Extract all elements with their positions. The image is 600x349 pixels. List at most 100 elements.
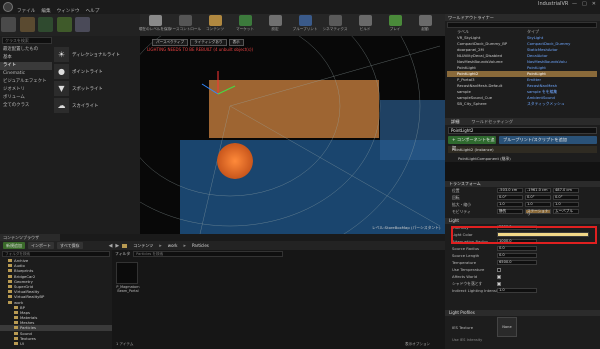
close-icon[interactable]: ✕ <box>592 1 596 7</box>
paint-mode-icon[interactable] <box>19 17 35 32</box>
affects-world-checkbox[interactable] <box>497 274 501 279</box>
source-radius-field[interactable]: 0.0 <box>497 246 537 251</box>
scale-z[interactable]: 1.0 <box>553 202 579 207</box>
cast-shadows-checkbox[interactable] <box>497 281 501 286</box>
window-title: IndustrialVR <box>538 1 569 7</box>
highlight-box <box>451 226 597 244</box>
table-row[interactable]: SB_City_Sphere スタティックメッシュ <box>447 101 597 107</box>
mobility-movable[interactable]: ムーバブル <box>553 209 579 214</box>
spot-icon: ▼ <box>54 81 69 96</box>
foliage-mode-icon[interactable] <box>56 17 72 32</box>
category-basic[interactable]: 基本 <box>0 54 52 62</box>
window-controls: — □ ✕ <box>572 1 596 7</box>
source-control-button[interactable]: ソースコントロール <box>169 14 201 36</box>
show-button[interactable]: 表示 <box>228 39 244 46</box>
import-button[interactable]: インポート <box>28 242 54 249</box>
location-x[interactable]: -503.0 cm <box>497 188 523 193</box>
list-item-directional-light[interactable]: ☀ ディレクショナルライト <box>52 46 140 63</box>
ies-texture-thumbnail[interactable]: None <box>497 317 517 337</box>
category-lights[interactable]: ライト <box>0 62 52 70</box>
minimize-icon[interactable]: — <box>572 1 577 7</box>
category-all-classes[interactable]: 全てのクラス <box>0 102 52 110</box>
tab-world-settings[interactable]: ワールドセッティング <box>465 119 519 125</box>
folder-search-input[interactable]: フォルダを検索 <box>2 251 110 257</box>
mobility-stationary[interactable]: ステーショナリ <box>525 209 551 216</box>
cast-shadows-row: シャドウを落とす <box>445 280 600 287</box>
category-geometry[interactable]: ジオメトリ <box>0 86 52 94</box>
ies-texture-row: IES Texture None <box>445 316 600 338</box>
tab-details[interactable]: 詳細 <box>445 119 465 125</box>
component-root[interactable]: PointLight2 (Instance) <box>448 146 597 153</box>
location-z[interactable]: 487.0 cm <box>553 188 579 193</box>
scale-y[interactable]: 1.0 <box>525 202 551 207</box>
list-item-spot-light[interactable]: ▼ スポットライト <box>52 80 140 97</box>
rotation-x[interactable]: 0.0° <box>497 195 523 200</box>
source-length-row: Source Length 0.0 <box>445 252 600 259</box>
lit-button[interactable]: ライティングあり <box>190 39 227 46</box>
launch-button[interactable]: 起動 <box>410 14 440 36</box>
filter-button[interactable]: フィルタ <box>115 251 130 257</box>
settings-button[interactable]: 設定 <box>260 14 290 36</box>
class-search-input[interactable]: クラスを検索 <box>2 37 52 44</box>
folder-icon <box>122 243 128 248</box>
maximize-icon[interactable]: □ <box>582 1 587 7</box>
list-item-point-light[interactable]: ● ポイントライト <box>52 63 140 80</box>
content-browser-tab[interactable]: コンテンツブラウザ <box>0 234 60 241</box>
save-all-button[interactable]: すべて保存 <box>57 242 83 249</box>
location-row: 位置 -503.0 cm -1961.0 cm 487.0 cm <box>445 187 600 194</box>
viewport-options: パースペクティブ ライティングあり 表示 <box>152 39 244 46</box>
perspective-button[interactable]: パースペクティブ <box>152 39 189 46</box>
breadcrumb-particles[interactable]: Particles <box>189 242 212 249</box>
build-button[interactable]: ビルド <box>350 14 380 36</box>
outliner-tab[interactable]: ワールドアウトライナー <box>445 14 600 21</box>
item-count: 1 アイテム <box>116 342 134 346</box>
marketplace-button[interactable]: マーケット <box>230 14 260 36</box>
category-list: 最近配置したもの 基本 ライト Cinematic ビジュアルエフェクト ジオメ… <box>0 46 52 110</box>
forward-icon[interactable]: ▶ <box>115 243 119 249</box>
save-level-button[interactable]: 現在のレベルを保存 <box>139 14 171 36</box>
breadcrumb-work[interactable]: work <box>165 242 181 249</box>
category-recent[interactable]: 最近配置したもの <box>0 46 52 54</box>
outliner-search-input[interactable] <box>447 22 597 28</box>
category-cinematic[interactable]: Cinematic <box>0 70 52 78</box>
particle-asset-thumbnail[interactable] <box>116 262 138 284</box>
add-blueprint-button[interactable]: ブループリント/スクリプトを追加 <box>499 136 597 144</box>
indirect-intensity-row: Indirect Lighting Intensity 1.0 <box>445 287 600 294</box>
affects-world-row: Affects World <box>445 273 600 280</box>
landscape-mode-icon[interactable] <box>38 17 54 32</box>
scale-row: 拡大・縮小 1.0 1.0 1.0 <box>445 201 600 208</box>
unreal-logo-icon[interactable] <box>3 2 13 12</box>
scale-x[interactable]: 1.0 <box>497 202 523 207</box>
back-icon[interactable]: ◀ <box>109 243 113 249</box>
location-y[interactable]: -1961.0 cm <box>525 188 551 193</box>
category-visual-effects[interactable]: ビジュアルエフェクト <box>0 78 52 86</box>
list-item-sky-light[interactable]: ☁ スカイライト <box>52 97 140 114</box>
geometry-mode-icon[interactable] <box>75 17 91 32</box>
view-options-button[interactable]: 表示オプション <box>405 342 430 347</box>
blueprints-button[interactable]: ブループリント <box>290 14 320 36</box>
place-mode-icon[interactable] <box>1 17 16 32</box>
lighting-warning: LIGHTING NEEDS TO BE REBUILT (4 unbuilt … <box>147 47 254 52</box>
asset-search-input[interactable]: Particles を検索 <box>133 251 284 257</box>
point-light-gizmo[interactable] <box>217 143 253 179</box>
actor-name-field[interactable]: PointLight2 <box>448 127 597 134</box>
temperature-field[interactable]: 6500.0 <box>497 260 537 265</box>
temperature-row: Temperature 6500.0 <box>445 259 600 266</box>
component-child[interactable]: PointLightComponent (継承) <box>448 155 597 162</box>
content-button[interactable]: コンテンツ <box>200 14 230 36</box>
source-length-field[interactable]: 0.0 <box>497 253 537 258</box>
breadcrumb-content[interactable]: コンテンツ <box>130 242 156 249</box>
tree-item-ui[interactable]: UI <box>0 341 112 346</box>
rotation-z[interactable]: 0.0° <box>553 195 579 200</box>
mobility-static[interactable]: 静的 <box>497 209 523 214</box>
add-component-button[interactable]: + コンポーネントを追加 <box>448 136 496 150</box>
play-button[interactable]: プレイ <box>380 14 410 36</box>
use-temperature-checkbox[interactable] <box>497 267 501 272</box>
indirect-intensity-field[interactable]: 1.0 <box>497 288 537 293</box>
outliner-rows: VR_SkyLight SkyLight CompactDock_Dummy_BP… <box>447 35 597 107</box>
rotation-y[interactable]: 0.0° <box>525 195 551 200</box>
add-new-button[interactable]: 新規追加 <box>3 242 25 249</box>
content-browser-toolbar: 新規追加 インポート すべて保存 ◀ ▶ コンテンツ ▸ work ▸ Part… <box>0 241 445 250</box>
cinematics-button[interactable]: シネマティクス <box>320 14 350 36</box>
category-volumes[interactable]: ボリューム <box>0 94 52 102</box>
